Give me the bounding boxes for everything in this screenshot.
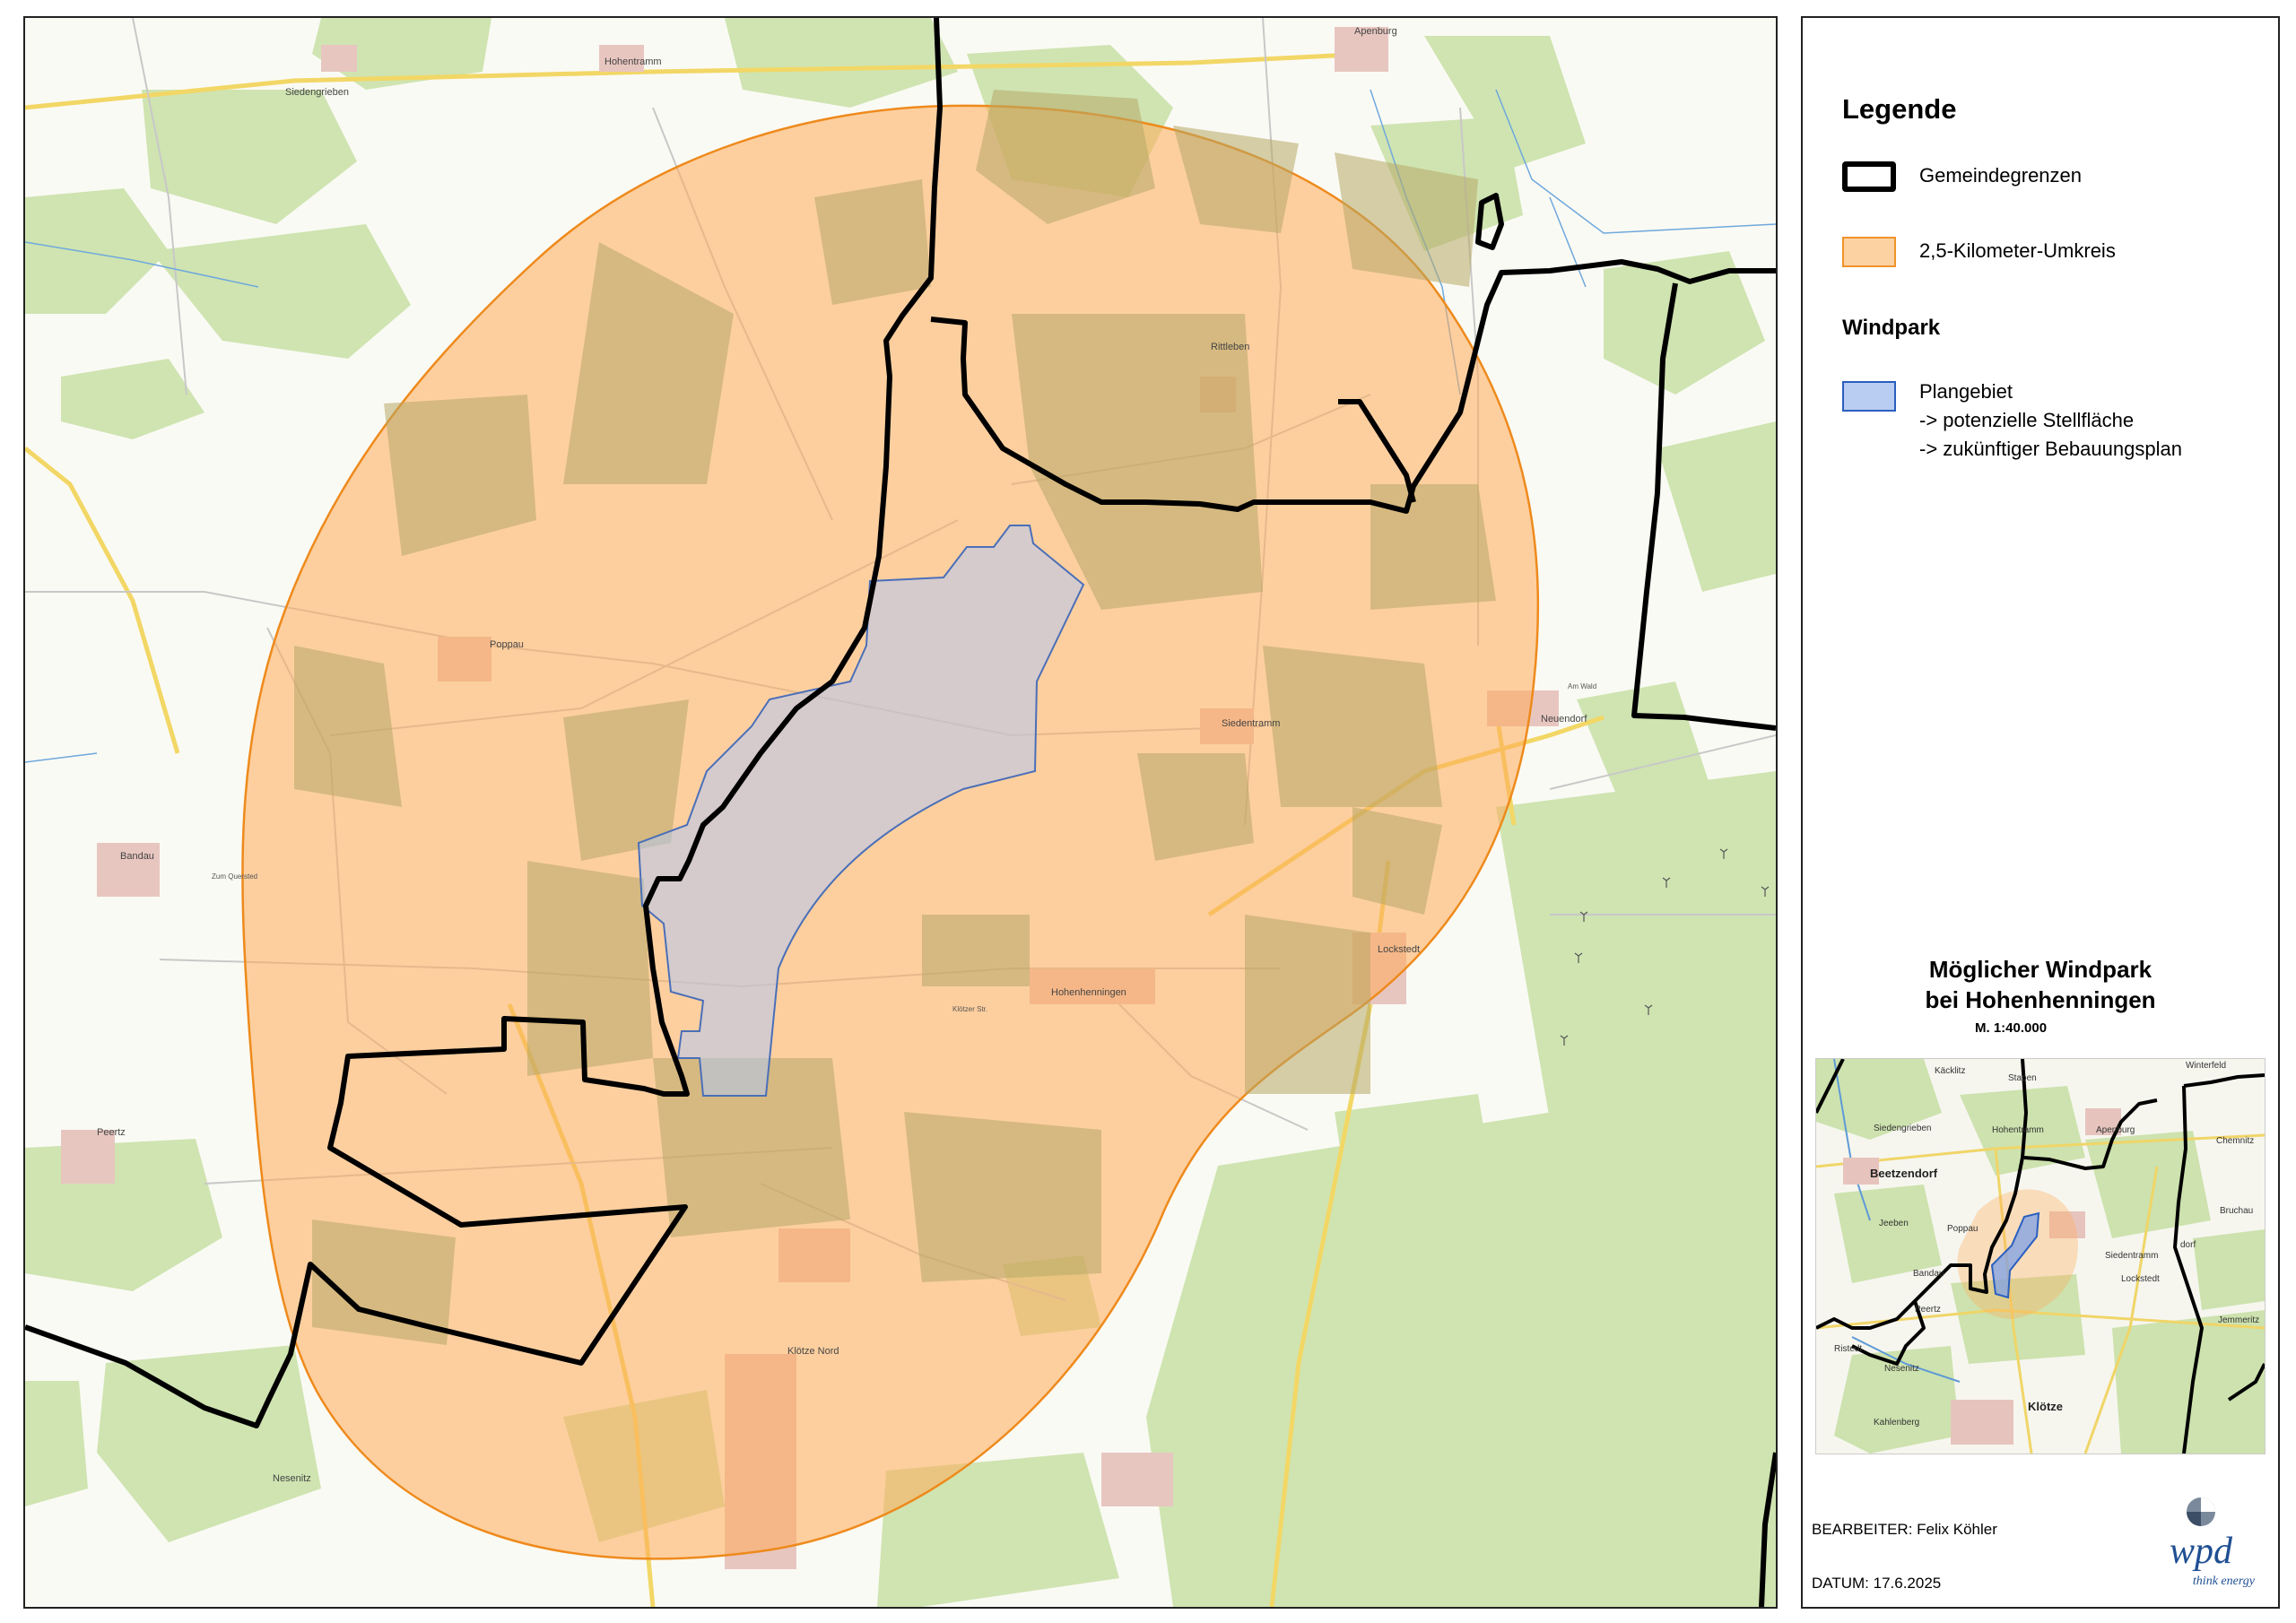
- label-lockstedt: Lockstedt: [1378, 944, 1420, 955]
- ov-label-dorf: dorf: [2180, 1240, 2196, 1250]
- ov-label-bandau: Bandau: [1913, 1269, 1944, 1279]
- wpd-logo-icon: [2187, 1497, 2215, 1526]
- ov-label-kahlenberg: Kahlenberg: [1874, 1418, 1919, 1428]
- ov-label-jemmeritz: Jemmeritz: [2218, 1315, 2259, 1325]
- label-nesenitz: Nesenitz: [273, 1473, 311, 1484]
- map-title: Möglicher Windpark bei Hohenhenningen: [1803, 954, 2278, 1015]
- map-title-line-2: bei Hohenhenningen: [1925, 986, 2156, 1013]
- label-klotzer-str: Klötzer Str.: [952, 1005, 987, 1013]
- logo-wordmark: wpd: [2169, 1531, 2232, 1572]
- label-hohentramm: Hohentramm: [604, 56, 662, 67]
- main-map[interactable]: Hohentramm Siedengrieben Apenburg Rittle…: [23, 16, 1778, 1609]
- wpd-logo: wpd think energy: [2147, 1496, 2255, 1594]
- ov-label-kloetze: Klötze: [2028, 1400, 2063, 1413]
- ov-label-siedentramm: Siedentramm: [2105, 1251, 2158, 1261]
- windpark-heading: Windpark: [1842, 316, 1941, 340]
- label-bandau: Bandau: [120, 851, 154, 862]
- label-peertz: Peertz: [97, 1127, 126, 1138]
- ov-label-bruchau: Bruchau: [2220, 1206, 2253, 1216]
- ov-label-jeeben: Jeeben: [1879, 1219, 1909, 1228]
- ov-label-siedengrieben: Siedengrieben: [1874, 1124, 1932, 1133]
- date-line: DATUM: 17.6.2025: [1812, 1575, 1942, 1592]
- ov-label-chemnitz: Chemnitz: [2216, 1136, 2254, 1146]
- ov-label-hohentramm: Hohentramm: [1992, 1125, 2044, 1135]
- label-am-wald: Am Wald: [1568, 682, 1596, 690]
- ov-label-nesenitz: Nesenitz: [1884, 1364, 1919, 1374]
- plan-area-label: Plangebiet -> potenzielle Stellfläche ->…: [1919, 378, 2182, 464]
- label-apenburg: Apenburg: [1354, 26, 1397, 37]
- ov-label-apenburg: Apenburg: [2096, 1125, 2135, 1135]
- label-kloetze-nord: Klötze Nord: [787, 1346, 839, 1357]
- boundary-label: Gemeindegrenzen: [1919, 164, 2083, 187]
- map-scale: M. 1:40.000: [1975, 1020, 2048, 1036]
- ov-label-beetzendorf: Beetzendorf: [1870, 1167, 1938, 1180]
- ov-label-poppau: Poppau: [1947, 1224, 1978, 1234]
- label-zum-quersted: Zum Quersted: [212, 872, 257, 881]
- label-hohenhenningen: Hohenhenningen: [1051, 987, 1126, 998]
- plan-label-line-3: -> zukünftiger Bebauungsplan: [1919, 438, 2182, 460]
- legend-title: Legende: [1842, 93, 1957, 125]
- label-neuendorf: Neuendorf: [1541, 714, 1587, 725]
- legend-panel: Legende Gemeindegrenzen 2,5-Kilometer-Um…: [1801, 16, 2280, 1609]
- plan-label-line-1: Plangebiet: [1919, 380, 2013, 403]
- ov-label-lockstedt: Lockstedt: [2121, 1274, 2160, 1284]
- label-rittleben: Rittleben: [1211, 342, 1249, 352]
- map-title-line-1: Möglicher Windpark: [1928, 956, 2152, 983]
- label-siedentramm: Siedentramm: [1222, 718, 1280, 729]
- plan-area-swatch: [1842, 381, 1896, 412]
- ov-label-winterfeld: Winterfeld: [2186, 1061, 2226, 1071]
- editor-line: BEARBEITER: Felix Köhler: [1812, 1521, 1997, 1538]
- boundary-swatch: [1842, 161, 1896, 192]
- ov-label-peertz: Peertz: [1915, 1305, 1941, 1315]
- ov-label-kaecklitz: Käcklitz: [1935, 1066, 1965, 1076]
- ov-label-ristedt: Ristedt: [1834, 1344, 1862, 1354]
- circle-swatch: [1842, 237, 1896, 267]
- label-poppau: Poppau: [490, 639, 524, 650]
- plan-label-line-2: -> potenzielle Stellfläche: [1919, 409, 2135, 431]
- ov-label-stapen: Stapen: [2008, 1073, 2037, 1083]
- label-siedengrieben: Siedengrieben: [285, 87, 349, 98]
- overview-map[interactable]: Winterfeld Käcklitz Stapen Siedengrieben…: [1815, 1058, 2266, 1454]
- logo-tagline: think energy: [2192, 1575, 2255, 1588]
- circle-label: 2,5-Kilometer-Umkreis: [1919, 239, 2116, 262]
